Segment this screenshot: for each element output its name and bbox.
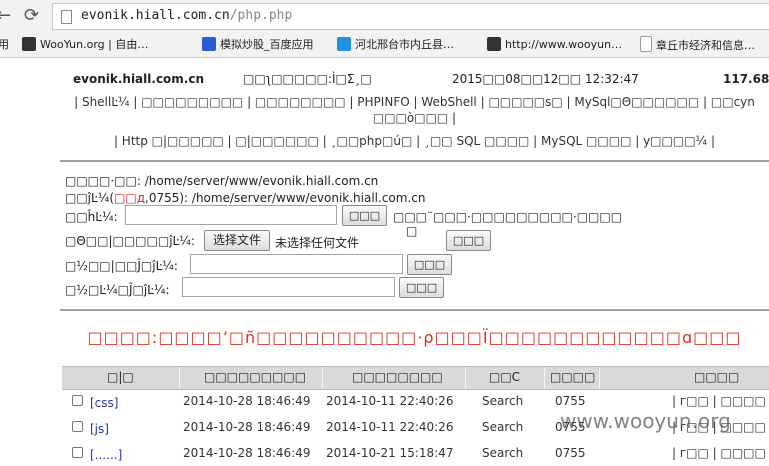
bookmark-label: 模拟炒股_百度应用 — [220, 38, 314, 51]
bookmark-label: WooYun.org | 自由… — [40, 38, 149, 51]
nav-menu-line-3[interactable]: | Http □|□□□□□ | □|□□□□□□ | ¸□□php□ú□ | … — [60, 134, 769, 148]
new-dir-input[interactable] — [125, 205, 337, 225]
jump2-input[interactable] — [182, 277, 395, 297]
jump-input[interactable] — [190, 254, 403, 274]
jump2-label: □½□Ŀ¼□Ĵ□ĵĿ¼: — [65, 283, 170, 297]
url-host: evonik.hiall.com.cn — [81, 8, 230, 23]
row-checkbox[interactable] — [72, 421, 83, 432]
modified-time: 2014-10-11 22:40:26 — [326, 420, 454, 434]
jump-button[interactable]: □□□ — [407, 254, 452, 275]
table-row: [......] 2014-10-28 18:46:49 2014-10-21 … — [62, 441, 769, 466]
bookmark-item[interactable]: 用 — [0, 36, 9, 54]
bookmark-item[interactable]: 模拟炒股_百度应用 — [202, 36, 314, 54]
site-host: evonik.hiall.com.cn — [73, 72, 205, 86]
bookmark-item[interactable]: http://www.wooyun… — [487, 36, 622, 54]
new-dir-note: □□□¨□□□·□□□□□□□□□·□□□□ — [393, 210, 623, 224]
created-time: 2014-10-28 18:46:49 — [183, 446, 311, 460]
bookmark-label: 河北邢台市内丘县… — [355, 38, 454, 51]
row-actions[interactable]: | г□□ | □□□□ | — [672, 446, 769, 460]
warning-notice: □□□□:□□□□’□ñ□□□□□□□□□□·ρ□□□Ï□□□□□□□□□□□□… — [87, 328, 742, 347]
no-file-text: 未选择任何文件 — [275, 236, 360, 250]
col-divider — [465, 367, 466, 389]
modified-time: 2014-10-21 15:18:47 — [326, 446, 454, 460]
bookmark-label: http://www.wooyun… — [505, 38, 623, 51]
hi-icon — [337, 37, 351, 51]
wooyun-icon — [22, 37, 36, 51]
perm-type: Search — [482, 446, 524, 460]
writable-status: □□д — [114, 191, 145, 205]
perm-type: Search — [482, 394, 524, 408]
created-time: 2014-10-28 18:46:49 — [183, 420, 311, 434]
dir-link[interactable]: [js] — [90, 422, 109, 436]
bookmark-item[interactable]: WooYun.org | 自由… — [22, 36, 148, 54]
file-table-header: □|□ □□□□□□□□□ □□□□□□□□ □□C □□□□ □□□□ — [62, 366, 769, 390]
page-icon — [61, 10, 72, 24]
file-mode[interactable]: 0755 — [555, 446, 586, 460]
col-divider — [179, 367, 180, 389]
upload-label: □Θ□□|□□□□□ĵĿ¼: — [65, 234, 195, 248]
file-mode[interactable]: 0755 — [555, 394, 586, 408]
jump-label: □½□□|□□Ĵ□ĵĿ¼: — [65, 259, 178, 273]
page-content: evonik.hiall.com.cn □□ʅ□□□□□:Ì□Σ¸□ 2015□… — [0, 58, 769, 462]
wooyun-icon — [487, 37, 501, 51]
back-arrow-icon[interactable]: ← — [0, 5, 16, 27]
col-header-created[interactable]: □□□□□□□□□ — [204, 370, 306, 384]
bookmark-label: 用 — [0, 38, 9, 51]
watermark: www.wooyun.org — [560, 409, 731, 433]
modified-time: 2014-10-11 22:40:26 — [326, 394, 454, 408]
new-dir-label: □□ĥĿ¼: — [65, 210, 118, 224]
col-header-modified[interactable]: □□□□□□□□ — [352, 370, 443, 384]
dir-perm: ,0755): — [145, 191, 189, 205]
server-datetime: 2015□□08□□12□□ 12:32:47 — [452, 72, 639, 86]
choose-file-button[interactable]: 选择文件 — [204, 230, 270, 251]
path-value: /home/server/www/evonik.hiall.com.cn — [144, 174, 379, 188]
col-header-actions[interactable]: □□□□ — [694, 370, 739, 384]
perm-type: Search — [482, 420, 524, 434]
browser-toolbar: ← ⟳ evonik.hiall.com.cn/php.php — [0, 0, 769, 33]
new-dir-note-2: □ — [406, 224, 418, 238]
server-ip: 117.68 — [723, 72, 769, 86]
nav-menu-line-2[interactable]: □□□ò□□□ | — [60, 111, 769, 125]
col-header-type[interactable]: □□C — [489, 370, 520, 384]
col-header-name[interactable]: □|□ — [107, 370, 134, 384]
bookmark-item[interactable]: 河北邢台市内丘县… — [337, 36, 454, 54]
dir-link[interactable]: [css] — [90, 396, 118, 410]
new-dir-button[interactable]: □□□ — [342, 205, 387, 226]
dir-link[interactable]: [......] — [90, 448, 122, 462]
dir-value: /home/server/www/evonik.hiall.com.cn — [191, 191, 426, 205]
address-bar[interactable]: evonik.hiall.com.cn/php.php — [52, 3, 769, 30]
row-actions[interactable]: | г□□ | □□□□ | — [672, 394, 769, 408]
divider — [60, 309, 769, 311]
dir-label: □□ĵĿ¼( — [65, 191, 115, 205]
reload-icon[interactable]: ⟳ — [24, 5, 46, 27]
upload-button[interactable]: □□□ — [446, 230, 491, 251]
url-text: evonik.hiall.com.cn/php.php — [81, 8, 292, 23]
bookmark-item[interactable]: 章丘市经济和信息… — [640, 36, 755, 54]
jump2-button[interactable]: □□□ — [399, 277, 444, 298]
path-label: □□□□·□□: — [65, 174, 141, 188]
col-divider — [322, 367, 323, 389]
col-divider — [544, 367, 545, 389]
col-divider — [599, 367, 600, 389]
col-header-mode[interactable]: □□□□ — [550, 370, 595, 384]
current-path-row: □□□□·□□: /home/server/www/evonik.hiall.c… — [65, 174, 378, 188]
divider — [60, 160, 769, 162]
server-label: □□ʅ□□□□□:Ì□Σ¸□ — [243, 72, 372, 86]
bookmark-label: 章丘市经济和信息… — [656, 39, 755, 52]
baidu-paw-icon — [202, 37, 216, 51]
current-dir-row: □□ĵĿ¼(□□д,0755): /home/server/www/evonik… — [65, 191, 425, 205]
created-time: 2014-10-28 18:46:49 — [183, 394, 311, 408]
page-icon — [640, 36, 652, 52]
row-checkbox[interactable] — [72, 395, 83, 406]
bookmarks-bar: 用 WooYun.org | 自由… 模拟炒股_百度应用 河北邢台市内丘县… h… — [0, 33, 769, 58]
url-path: /php.php — [229, 8, 293, 23]
nav-menu-line-1[interactable]: | ShellĿ¼ | □□□□□□□□□ | □□□□□□□□ | PHPIN… — [60, 95, 769, 109]
